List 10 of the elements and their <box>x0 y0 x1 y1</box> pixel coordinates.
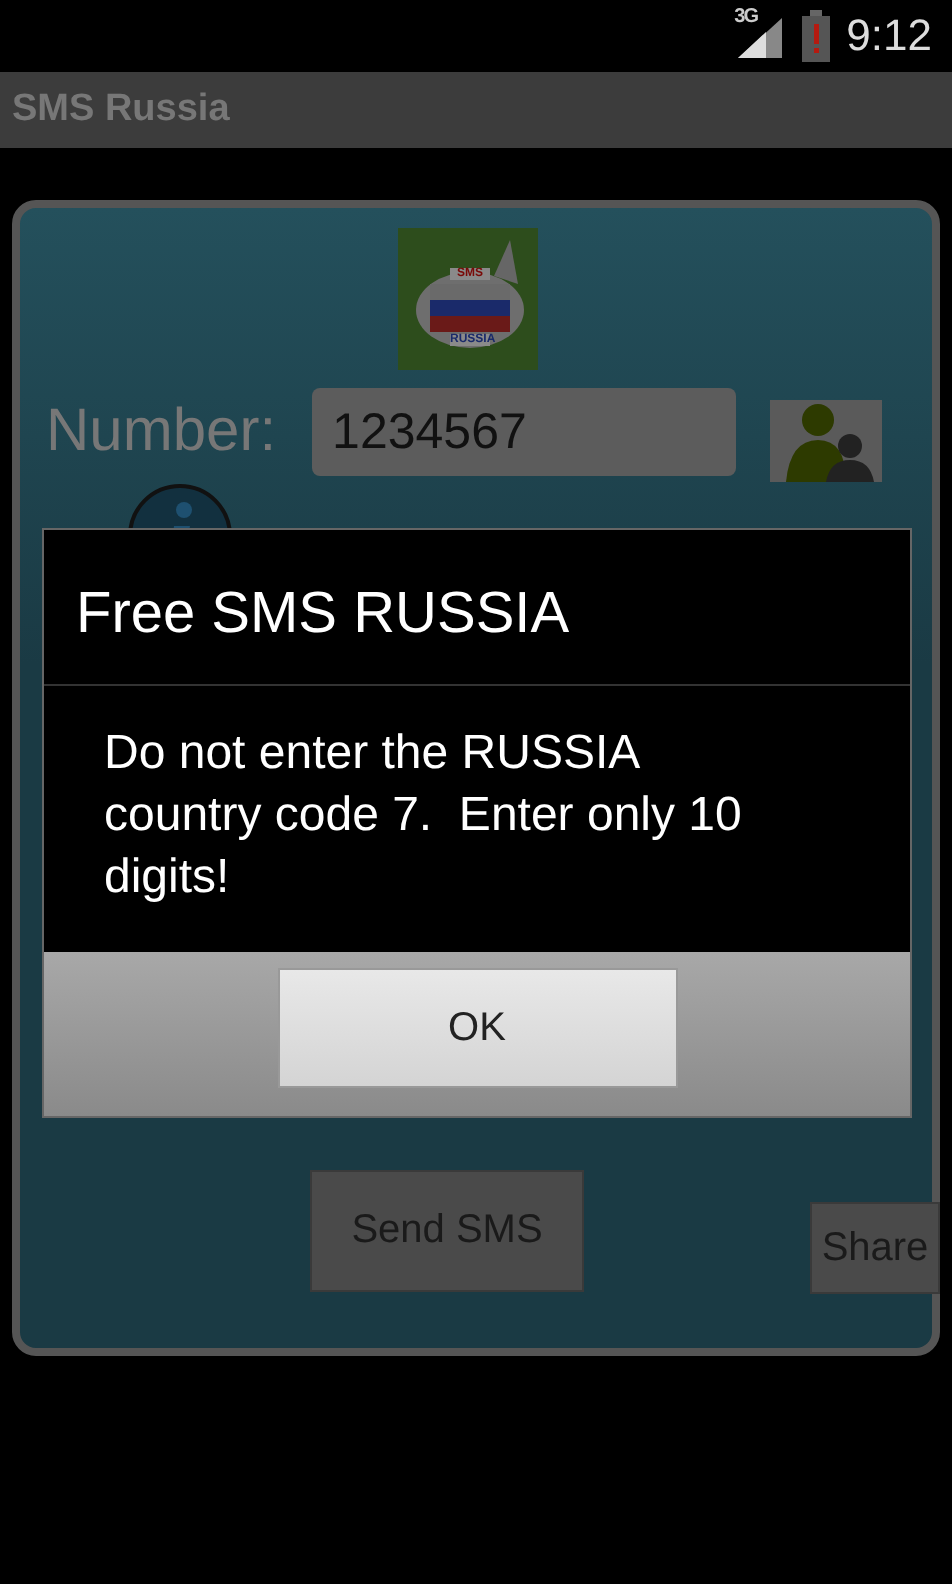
ok-button[interactable]: OK <box>277 968 677 1088</box>
clock-time: 9:12 <box>846 10 932 62</box>
number-field[interactable]: 1234567 <box>312 387 737 475</box>
dialog-title: Free SMS RUSSIA <box>44 530 910 686</box>
network-type: 3G <box>734 6 758 28</box>
number-label: Number: <box>46 397 277 465</box>
battery-alert-icon <box>802 10 831 62</box>
dialog-message: Do not enter the RUSSIA country code 7. Enter only 10 digits! <box>102 724 744 908</box>
contacts-icon[interactable] <box>770 400 883 482</box>
app-title: SMS Russia <box>12 88 230 132</box>
